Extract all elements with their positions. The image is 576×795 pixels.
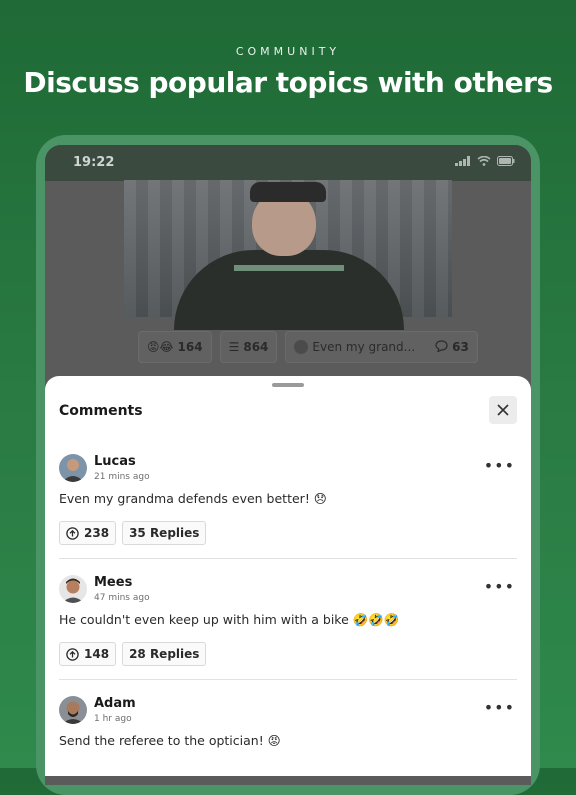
upvote-arrow-icon bbox=[66, 526, 79, 540]
more-options-icon[interactable]: ••• bbox=[484, 698, 515, 717]
sheet-drag-handle[interactable] bbox=[272, 383, 304, 387]
comments-list-icon: ☰ bbox=[228, 340, 240, 354]
comment-text: Even my grandma defends even better! 😞 bbox=[59, 491, 327, 506]
replies-button[interactable]: 28 Replies bbox=[122, 642, 207, 666]
wifi-icon bbox=[477, 156, 491, 166]
preview-avatar bbox=[294, 340, 309, 354]
comment-actions: 148 28 Replies bbox=[59, 642, 207, 666]
speech-bubble-icon bbox=[435, 339, 448, 355]
close-button[interactable] bbox=[489, 396, 517, 424]
comments-pill[interactable]: ☰ 864 bbox=[219, 331, 278, 363]
status-time: 19:22 bbox=[73, 155, 115, 170]
promo-headline: Discuss popular topics with others bbox=[23, 66, 553, 99]
replies-button[interactable]: 35 Replies bbox=[122, 521, 207, 545]
comment-time: 47 mins ago bbox=[94, 593, 150, 603]
reactions-pill[interactable]: 😡😂 164 bbox=[138, 331, 212, 363]
comment-time: 21 mins ago bbox=[94, 472, 150, 482]
comment-author[interactable]: Adam bbox=[94, 696, 136, 711]
comment-text: He couldn't even keep up with him with a… bbox=[59, 612, 400, 627]
comments-sheet: Comments Lucas 21 mins ago ••• Even my g… bbox=[45, 376, 531, 776]
comments-count: 864 bbox=[243, 340, 269, 354]
comment-author[interactable]: Lucas bbox=[94, 454, 136, 469]
battery-icon bbox=[497, 156, 515, 166]
preview-replies-count: 63 bbox=[452, 340, 469, 354]
comment-item: Mees 47 mins ago ••• He couldn't even ke… bbox=[59, 575, 517, 680]
upvote-button[interactable]: 238 bbox=[59, 521, 117, 545]
post-image[interactable] bbox=[124, 180, 452, 330]
comment-text: Send the referee to the optician! 😡 bbox=[59, 733, 281, 748]
upvote-count: 148 bbox=[84, 647, 110, 661]
avatar[interactable] bbox=[59, 454, 87, 482]
reactions-count: 164 bbox=[177, 340, 203, 354]
comment-item: Adam 1 hr ago ••• Send the referee to th… bbox=[59, 696, 517, 776]
more-options-icon[interactable]: ••• bbox=[484, 456, 515, 475]
avatar[interactable] bbox=[59, 575, 87, 603]
divider bbox=[59, 679, 517, 680]
upvote-count: 238 bbox=[84, 526, 110, 540]
signal-icon bbox=[455, 156, 470, 166]
promo-eyebrow: COMMUNITY bbox=[235, 45, 341, 58]
sheet-title: Comments bbox=[59, 403, 143, 419]
status-icons bbox=[455, 156, 515, 166]
upvote-arrow-icon bbox=[66, 647, 79, 661]
divider bbox=[59, 558, 517, 559]
top-comment-pill[interactable]: Even my grand... 63 bbox=[285, 331, 478, 363]
reactions-emoji-icon: 😡😂 bbox=[147, 340, 174, 354]
comment-actions: 238 35 Replies bbox=[59, 521, 207, 545]
comment-time: 1 hr ago bbox=[94, 714, 132, 724]
comment-item: Lucas 21 mins ago ••• Even my grandma de… bbox=[59, 454, 517, 559]
close-icon bbox=[497, 404, 509, 416]
upvote-button[interactable]: 148 bbox=[59, 642, 117, 666]
avatar[interactable] bbox=[59, 696, 87, 724]
more-options-icon[interactable]: ••• bbox=[484, 577, 515, 596]
comment-author[interactable]: Mees bbox=[94, 575, 132, 590]
preview-text: Even my grand... bbox=[312, 340, 416, 354]
post-stats-row: 😡😂 164 ☰ 864 Even my grand... 63 bbox=[138, 331, 478, 363]
status-bar: 19:22 bbox=[45, 145, 531, 181]
